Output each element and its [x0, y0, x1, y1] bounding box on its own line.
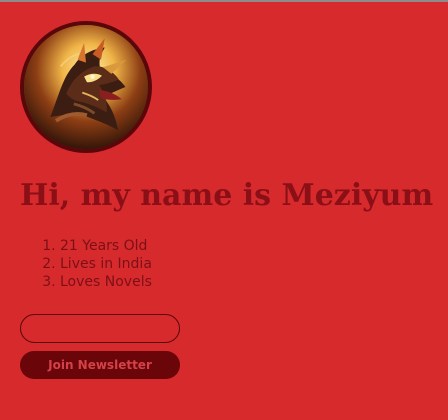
join-newsletter-button[interactable]: Join Newsletter [20, 351, 180, 379]
list-item: Loves Novels [60, 273, 152, 291]
list-item: Lives in India [60, 255, 152, 273]
newsletter-input[interactable] [20, 314, 180, 343]
avatar [20, 21, 152, 153]
dragon-icon [24, 25, 148, 149]
list-item: 21 Years Old [60, 237, 152, 255]
facts-list: 21 Years Old Lives in India Loves Novels [40, 237, 152, 291]
page-title: Hi, my name is Meziyum [20, 178, 434, 213]
